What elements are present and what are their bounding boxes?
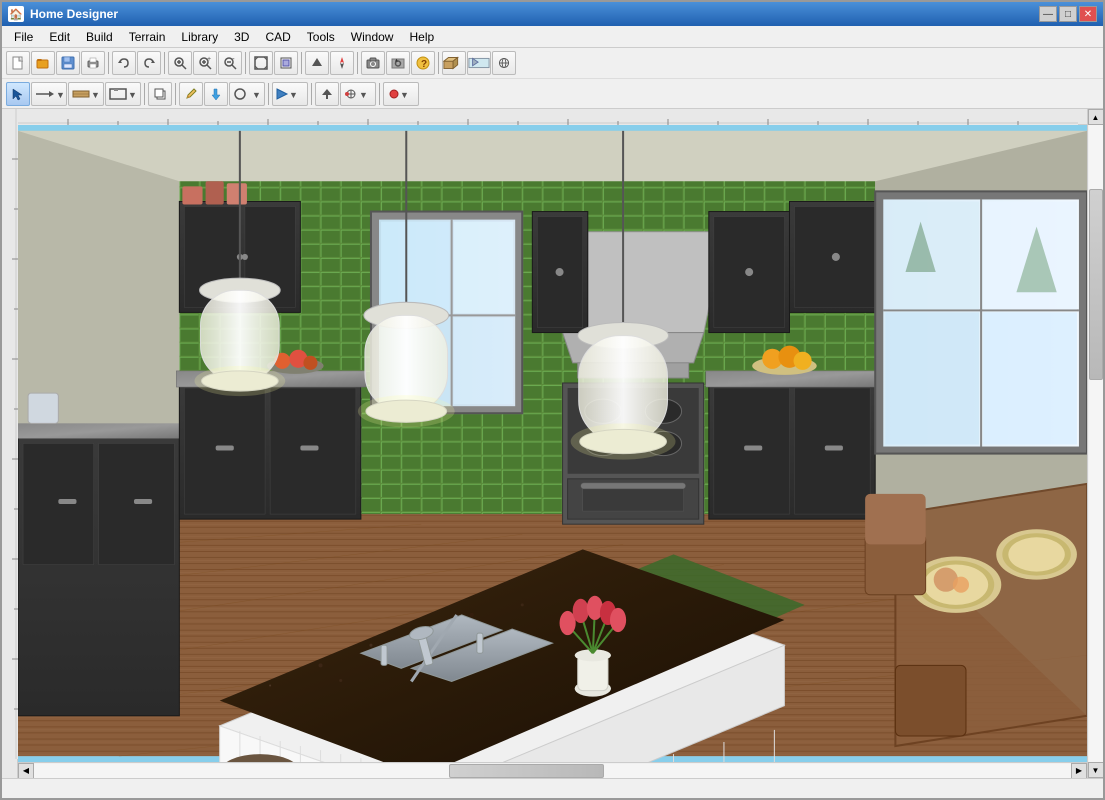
scrollbar-vertical: ▲ ▼ <box>1087 109 1103 778</box>
app-icon: 🏠 <box>8 6 24 22</box>
zoom-in-button[interactable] <box>168 51 192 75</box>
kitchen-scene-svg <box>18 125 1087 762</box>
toolbar2-sep-5 <box>379 83 380 105</box>
new-button[interactable] <box>6 51 30 75</box>
scroll-down-button[interactable]: ▼ <box>1088 762 1104 778</box>
window-title: Home Designer <box>30 7 118 21</box>
elevation-up-button[interactable] <box>305 51 329 75</box>
main-window: 🏠 Home Designer — □ ✕ File Edit Build Te… <box>0 0 1105 800</box>
svg-text:-: - <box>232 56 235 63</box>
toolbar-sep-3 <box>245 52 246 74</box>
elevation-view-button[interactable] <box>467 51 491 75</box>
menu-library[interactable]: Library <box>173 28 226 46</box>
room-tool-button[interactable]: ▼ <box>105 82 141 106</box>
help-button[interactable]: ? <box>411 51 435 75</box>
copy-tool-button[interactable] <box>148 82 172 106</box>
toolbar-row-1: + - <box>2 48 1103 78</box>
toolbar-row-2: ▼ ▼ ▼ ▼ ▼ <box>2 78 1103 108</box>
svg-text:▲: ▲ <box>394 58 399 64</box>
redo-button[interactable] <box>137 51 161 75</box>
transform-tool-button[interactable]: ▼ <box>340 82 376 106</box>
toolbar-sep-2 <box>164 52 165 74</box>
scroll-up-button[interactable]: ▲ <box>1088 109 1104 125</box>
status-bar <box>2 778 1103 798</box>
content-area: ◀ ▶ <box>18 109 1087 778</box>
main-area: ◀ ▶ ▲ ▼ <box>2 109 1103 778</box>
fill-tool-button[interactable] <box>204 82 228 106</box>
record-tool-button[interactable]: ▼ <box>383 82 419 106</box>
scroll-track-horizontal[interactable] <box>34 764 1071 778</box>
svg-text:+: + <box>207 56 211 63</box>
camera-button[interactable] <box>361 51 385 75</box>
scroll-thumb-horizontal[interactable] <box>449 764 605 778</box>
toolbar-sep-6 <box>438 52 439 74</box>
save-button[interactable] <box>56 51 80 75</box>
menu-tools[interactable]: Tools <box>299 28 343 46</box>
scroll-left-button[interactable]: ◀ <box>18 763 34 779</box>
photo-button[interactable]: ▲ <box>386 51 410 75</box>
menu-edit[interactable]: Edit <box>41 28 78 46</box>
toolbar2-sep-3 <box>268 83 269 105</box>
zoom-plus-button[interactable]: + <box>193 51 217 75</box>
svg-text:▼: ▼ <box>252 90 261 100</box>
menu-build[interactable]: Build <box>78 28 121 46</box>
3d-view-button[interactable] <box>492 51 516 75</box>
title-bar-left: 🏠 Home Designer <box>8 6 118 22</box>
toolbar2-sep-4 <box>311 83 312 105</box>
scroll-track-vertical[interactable] <box>1089 125 1103 762</box>
select-tool-button[interactable] <box>6 82 30 106</box>
scroll-thumb-vertical[interactable] <box>1089 189 1103 380</box>
svg-text:▼: ▼ <box>359 90 368 100</box>
fit-page-button[interactable] <box>274 51 298 75</box>
undo-button[interactable] <box>112 51 136 75</box>
toolbar-sep-4 <box>301 52 302 74</box>
maximize-button[interactable]: □ <box>1059 6 1077 22</box>
svg-text:?: ? <box>421 59 427 70</box>
toolbar-area: + - <box>2 48 1103 109</box>
open-button[interactable] <box>31 51 55 75</box>
menu-file[interactable]: File <box>6 28 41 46</box>
menu-bar: File Edit Build Terrain Library 3D CAD T… <box>2 26 1103 48</box>
window-controls: — □ ✕ <box>1039 6 1097 22</box>
wall-tool-button[interactable]: ▼ <box>68 82 104 106</box>
minimize-button[interactable]: — <box>1039 6 1057 22</box>
move-up-tool-button[interactable] <box>315 82 339 106</box>
fit-button[interactable] <box>249 51 273 75</box>
title-bar: 🏠 Home Designer — □ ✕ <box>2 2 1103 26</box>
3d-viewport[interactable] <box>18 125 1087 762</box>
menu-3d[interactable]: 3D <box>226 28 257 46</box>
scroll-right-button[interactable]: ▶ <box>1071 763 1087 779</box>
menu-cad[interactable]: CAD <box>257 28 298 46</box>
line-tool-button[interactable]: ▼ <box>31 82 67 106</box>
menu-help[interactable]: Help <box>401 28 442 46</box>
toolbar-sep-1 <box>108 52 109 74</box>
pencil-tool-button[interactable] <box>179 82 203 106</box>
print-button[interactable] <box>81 51 105 75</box>
svg-text:▼: ▼ <box>400 90 409 100</box>
menu-window[interactable]: Window <box>343 28 402 46</box>
toolbar-sep-5 <box>357 52 358 74</box>
zoom-minus-button[interactable]: - <box>218 51 242 75</box>
ruler-horizontal <box>18 109 1087 125</box>
svg-text:▼: ▼ <box>56 90 64 100</box>
svg-text:▼: ▼ <box>289 90 298 100</box>
toolbar2-sep-2 <box>175 83 176 105</box>
scrollbar-horizontal: ◀ ▶ <box>18 762 1087 778</box>
plan-view-button[interactable] <box>442 51 466 75</box>
north-button[interactable] <box>330 51 354 75</box>
svg-text:▼: ▼ <box>91 90 100 100</box>
ruler-vertical <box>2 109 18 778</box>
menu-terrain[interactable]: Terrain <box>121 28 174 46</box>
svg-text:▼: ▼ <box>128 90 137 100</box>
toolbar2-sep-1 <box>144 83 145 105</box>
object-tool-button[interactable]: ▼ <box>229 82 265 106</box>
point-tool-button[interactable]: ▼ <box>272 82 308 106</box>
close-button[interactable]: ✕ <box>1079 6 1097 22</box>
